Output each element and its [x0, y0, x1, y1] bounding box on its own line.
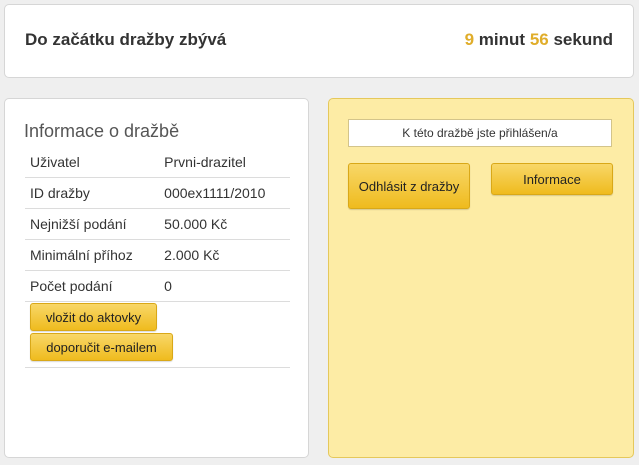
info-row-user: Uživatel Prvni-drazitel: [25, 146, 290, 178]
countdown-minutes-unit: minut: [478, 30, 526, 49]
divider: [25, 367, 290, 368]
info-row-lowest-bid: Nejnižší podání 50.000 Kč: [25, 208, 290, 240]
info-label: Nejnižší podání: [25, 208, 158, 240]
auction-info-title: Informace o dražbě: [24, 121, 180, 141]
countdown-seconds: 56: [529, 30, 549, 49]
countdown-panel: Do začátku dražby zbývá 9 minut 56 sekun…: [4, 4, 634, 78]
info-value: 0: [157, 270, 290, 302]
info-value: Prvni-drazitel: [157, 146, 290, 178]
auction-info-panel: Informace o dražbě Uživatel Prvni-drazit…: [4, 98, 309, 458]
info-label: ID dražby: [25, 177, 158, 209]
info-label: Minimální příhoz: [25, 239, 158, 271]
countdown-minutes: 9: [464, 30, 475, 49]
info-row-min-increment: Minimální příhoz 2.000 Kč: [25, 239, 290, 271]
information-button[interactable]: Informace: [491, 163, 613, 195]
info-row-auction-id: ID dražby 000ex1111/2010: [25, 177, 290, 209]
countdown-label: Do začátku dražby zbývá: [25, 30, 227, 49]
info-value: 50.000 Kč: [157, 208, 290, 240]
countdown-timer: 9 minut 56 sekund: [465, 30, 613, 50]
info-label: Uživatel: [25, 146, 158, 178]
info-value: 000ex1111/2010: [157, 177, 290, 209]
countdown-seconds-unit: sekund: [553, 30, 613, 49]
recommend-by-email-button[interactable]: doporučit e-mailem: [30, 333, 173, 361]
auction-status-panel: K této dražbě jste přihlášen/a Odhlásit …: [328, 98, 634, 458]
info-label: Počet podání: [25, 270, 158, 302]
info-value: 2.000 Kč: [157, 239, 290, 271]
auction-info-table: Uživatel Prvni-drazitel ID dražby 000ex1…: [25, 146, 290, 302]
info-row-bid-count: Počet podání 0: [25, 270, 290, 302]
registration-status-message: K této dražbě jste přihlášen/a: [348, 119, 612, 147]
add-to-briefcase-button[interactable]: vložit do aktovky: [30, 303, 157, 331]
logout-from-auction-button[interactable]: Odhlásit z dražby: [348, 163, 470, 209]
